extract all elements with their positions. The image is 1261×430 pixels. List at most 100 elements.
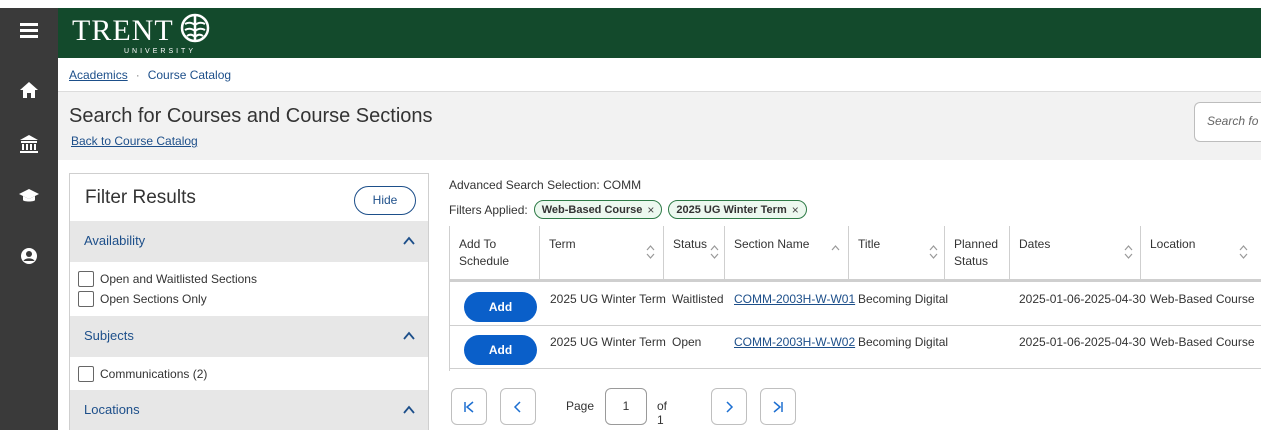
- filters-applied: Filters Applied: Web-Based Course × 2025…: [449, 200, 807, 219]
- user-circle-icon: [21, 248, 37, 264]
- sections-table: Add To Schedule Term Status Section Name…: [449, 226, 1261, 371]
- column-label: Section Name: [734, 237, 810, 251]
- institution-icon: [20, 135, 38, 153]
- section-label: Locations: [84, 402, 140, 417]
- table-row: Add 2025 UG Winter Term Waitlisted COMM-…: [450, 284, 1261, 326]
- filter-title: Filter Results: [85, 187, 196, 208]
- locations-section-toggle[interactable]: Locations: [70, 390, 428, 430]
- breadcrumb-bar: Academics · Course Catalog: [58, 58, 1261, 92]
- filter-chip-web-based[interactable]: Web-Based Course ×: [533, 200, 663, 219]
- open-and-waitlisted-checkbox[interactable]: Open and Waitlisted Sections: [78, 270, 257, 288]
- academics-button[interactable]: [0, 124, 58, 164]
- status-cell: Open: [672, 335, 702, 349]
- column-header-planned: Planned Status: [945, 226, 1010, 282]
- top-strip: [0, 0, 1261, 8]
- column-label: Term: [549, 237, 576, 251]
- page-count-label: of 1: [657, 399, 668, 427]
- checkbox[interactable]: [78, 271, 94, 287]
- chip-label: Web-Based Course: [541, 203, 643, 216]
- chevron-left-icon: [513, 400, 521, 413]
- grades-button[interactable]: [0, 176, 58, 216]
- breadcrumb: Academics · Course Catalog: [69, 68, 231, 82]
- profile-button[interactable]: [0, 236, 58, 276]
- column-header-title[interactable]: Title: [849, 226, 945, 282]
- column-label: Title: [858, 237, 881, 251]
- close-icon[interactable]: ×: [792, 203, 799, 217]
- last-page-button[interactable]: [760, 388, 796, 425]
- crest-icon: [180, 13, 209, 43]
- column-header-section[interactable]: Section Name: [725, 226, 849, 282]
- graduation-cap-icon: [19, 189, 39, 202]
- add-to-schedule-button[interactable]: Add: [464, 292, 537, 322]
- left-rail: [0, 8, 58, 430]
- term-cell: 2025 UG Winter Term: [550, 292, 666, 306]
- filter-panel: Filter Results Hide Availability Open an…: [69, 173, 429, 430]
- option-label: Open Sections Only: [100, 292, 207, 306]
- section-label: Subjects: [84, 328, 134, 343]
- term-cell: 2025 UG Winter Term: [550, 335, 666, 349]
- dates-cell: 2025-01-06-2025-04-30: [1019, 335, 1146, 349]
- next-page-button[interactable]: [711, 388, 747, 425]
- chevron-right-icon: [726, 400, 734, 413]
- last-page-icon: [773, 400, 783, 413]
- breadcrumb-academics[interactable]: Academics: [69, 68, 128, 82]
- title-cell: Becoming Digital: [858, 335, 949, 349]
- subjects-section-toggle[interactable]: Subjects: [70, 316, 428, 357]
- column-header-dates[interactable]: Dates: [1010, 226, 1141, 282]
- open-only-checkbox[interactable]: Open Sections Only: [78, 290, 207, 308]
- sort-icon[interactable]: [929, 244, 938, 260]
- column-label: Status: [673, 237, 708, 251]
- page-title-area: Search for Courses and Course Sections B…: [58, 92, 1261, 160]
- trent-logo[interactable]: TRENT UNIVERSITY: [72, 10, 212, 58]
- hide-filters-button[interactable]: Hide: [354, 186, 416, 215]
- availability-section-toggle[interactable]: Availability: [70, 221, 428, 262]
- sort-icon[interactable]: [646, 244, 655, 260]
- chevron-up-icon: [403, 331, 415, 340]
- home-icon: [20, 82, 38, 98]
- column-header-add: Add To Schedule: [450, 226, 540, 282]
- sort-icon[interactable]: [710, 244, 719, 260]
- menu-icon: [20, 23, 38, 38]
- first-page-button[interactable]: [451, 388, 487, 425]
- filter-chip-term[interactable]: 2025 UG Winter Term ×: [668, 200, 807, 219]
- add-to-schedule-button[interactable]: Add: [464, 335, 537, 365]
- dates-cell: 2025-01-06-2025-04-30: [1019, 292, 1146, 306]
- title-cell: Becoming Digital: [858, 292, 949, 306]
- app-header: TRENT UNIVERSITY: [58, 8, 1261, 58]
- sort-icon[interactable]: [1239, 244, 1248, 260]
- column-header-term[interactable]: Term: [540, 226, 664, 282]
- sort-icon[interactable]: [1124, 244, 1133, 260]
- home-button[interactable]: [0, 70, 58, 110]
- breadcrumb-course-catalog[interactable]: Course Catalog: [148, 68, 231, 82]
- advanced-search-selection: Advanced Search Selection: COMM: [449, 178, 642, 192]
- breadcrumb-separator: ·: [135, 68, 140, 82]
- sort-icon[interactable]: [831, 244, 840, 260]
- location-cell: Web-Based Course: [1150, 292, 1255, 306]
- chevron-up-icon: [403, 236, 415, 245]
- column-header-location[interactable]: Location: [1141, 226, 1261, 282]
- brand-subtitle: UNIVERSITY: [124, 48, 197, 55]
- section-name-link[interactable]: COMM-2003H-W-W02: [734, 335, 855, 349]
- chip-label: 2025 UG Winter Term: [676, 203, 787, 216]
- previous-page-button[interactable]: [500, 388, 536, 425]
- section-label: Availability: [84, 233, 146, 248]
- first-page-icon: [464, 400, 474, 413]
- back-to-catalog-link[interactable]: Back to Course Catalog: [71, 134, 198, 148]
- checkbox[interactable]: [78, 366, 94, 382]
- column-label: Add To Schedule: [459, 237, 510, 268]
- page-number-input[interactable]: 1: [605, 388, 647, 425]
- checkbox[interactable]: [78, 291, 94, 307]
- filters-applied-label: Filters Applied:: [449, 202, 528, 217]
- communications-checkbox[interactable]: Communications (2): [78, 365, 207, 383]
- close-icon[interactable]: ×: [647, 203, 654, 217]
- page-title: Search for Courses and Course Sections: [69, 105, 433, 127]
- status-cell: Waitlisted: [672, 292, 724, 306]
- column-header-status[interactable]: Status: [664, 226, 725, 282]
- option-label: Open and Waitlisted Sections: [100, 272, 257, 286]
- section-name-link[interactable]: COMM-2003H-W-W01: [734, 292, 855, 306]
- chevron-up-icon: [403, 405, 415, 414]
- location-cell: Web-Based Course: [1150, 335, 1255, 349]
- option-label: Communications (2): [100, 367, 208, 381]
- search-input[interactable]: Search fo: [1194, 102, 1261, 142]
- menu-button[interactable]: [0, 10, 58, 50]
